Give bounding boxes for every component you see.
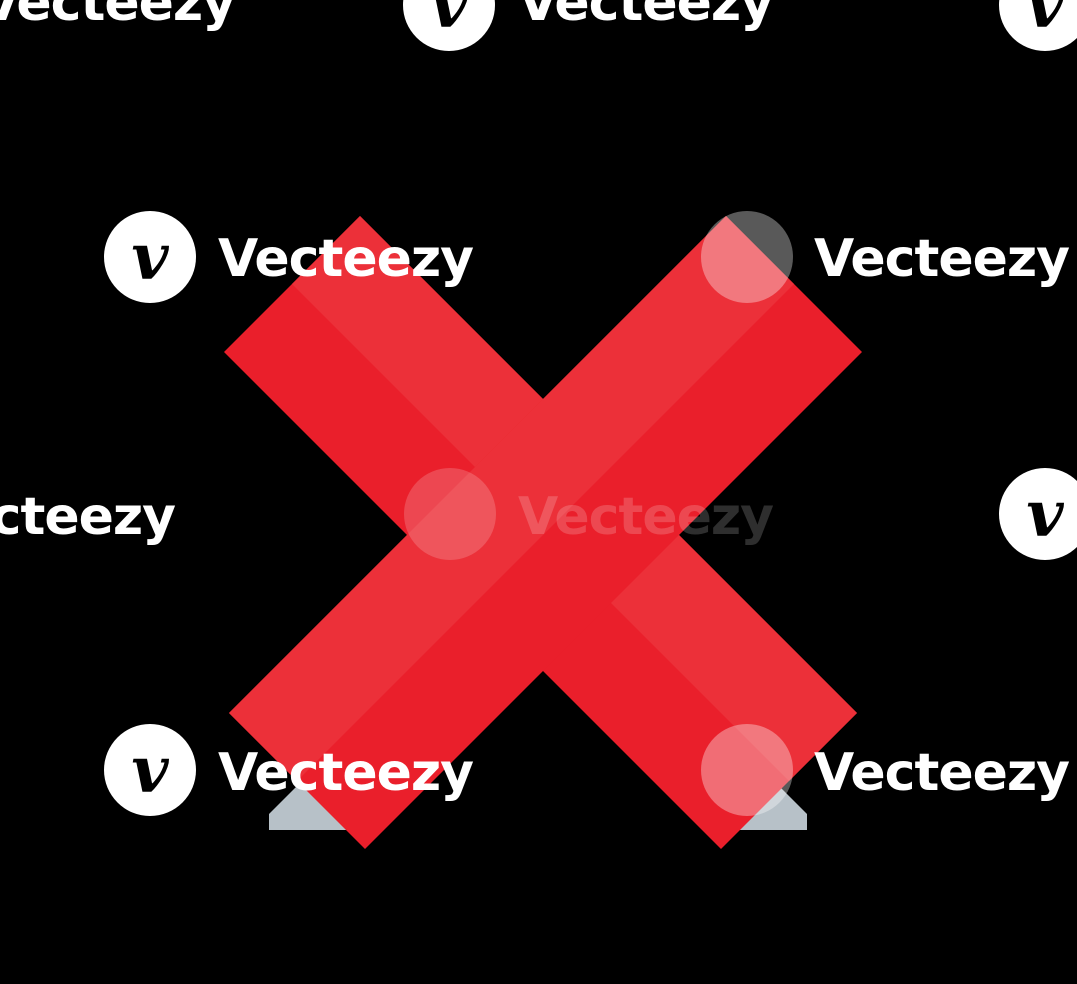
watermark-row-2: v Vecteezy Vecteezy — [104, 211, 1070, 303]
svg-text:v: v — [1026, 0, 1064, 43]
vecteezy-logo-icon — [404, 468, 496, 560]
watermark-text: Vecteezy — [0, 487, 175, 547]
watermark-text: Vecteezy — [0, 0, 235, 33]
vecteezy-logo-icon: v — [403, 0, 495, 51]
watermark-text: Vecteezy — [814, 229, 1069, 289]
watermark-text: Vecteezy — [518, 0, 773, 33]
watermark-text: Vecteezy — [518, 487, 773, 547]
vecteezy-logo-icon: v — [999, 0, 1077, 51]
watermark-row-4: v Vecteezy Vecteezy — [104, 724, 1070, 816]
svg-text:v: v — [430, 0, 468, 43]
vecteezy-logo-icon — [701, 211, 793, 303]
canvas: Vecteezy v Vecteezy v v Vecteezy Vecteez… — [0, 0, 1077, 980]
watermark-row-1: Vecteezy v Vecteezy v — [0, 0, 1077, 51]
vecteezy-logo-icon — [701, 724, 793, 816]
watermark-text: Vecteezy — [218, 743, 473, 803]
svg-text:v: v — [131, 733, 169, 808]
svg-text:v: v — [1026, 477, 1064, 552]
vecteezy-logo-icon: v — [104, 211, 196, 303]
watermark-text: Vecteezy — [218, 229, 473, 289]
illustration: Vecteezy v Vecteezy v v Vecteezy Vecteez… — [0, 0, 1077, 849]
watermark-text: Vecteezy — [814, 743, 1069, 803]
vecteezy-logo-icon: v — [999, 468, 1077, 560]
vecteezy-logo-icon: v — [104, 724, 196, 816]
svg-text:v: v — [131, 220, 169, 295]
